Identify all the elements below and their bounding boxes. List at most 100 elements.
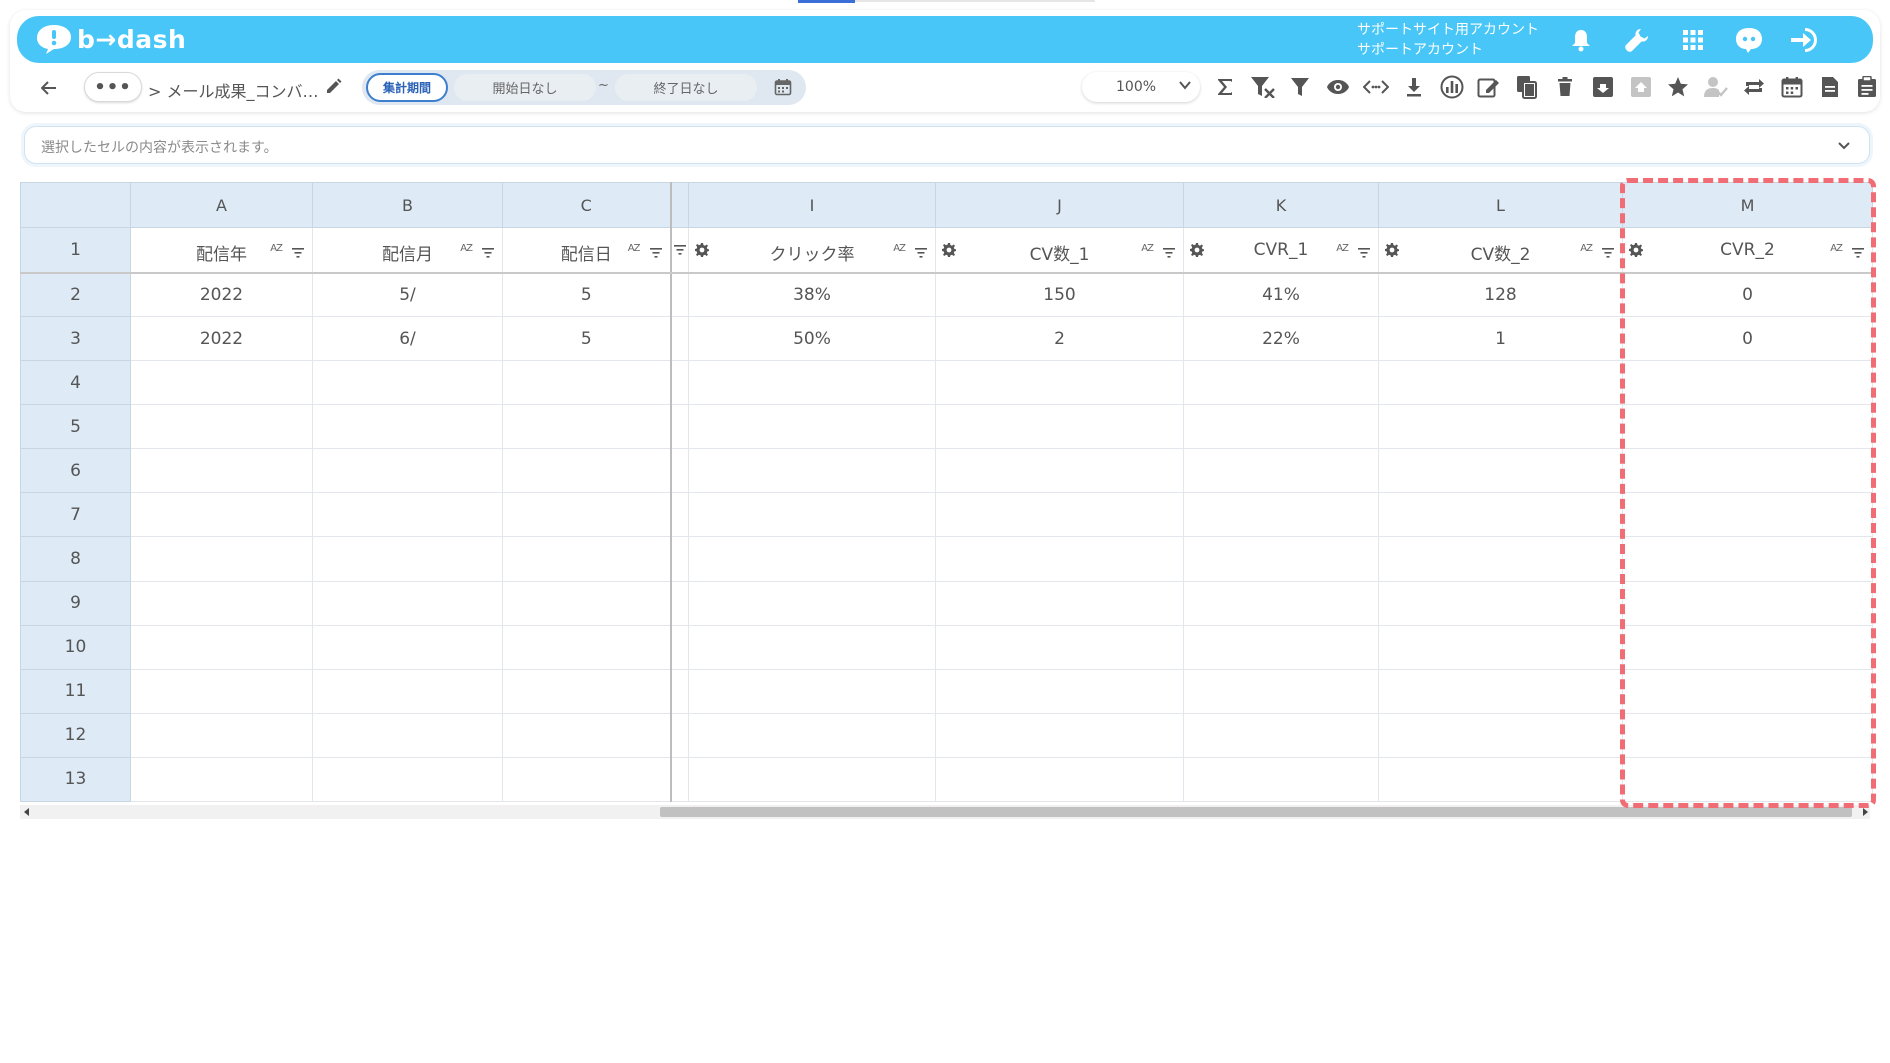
copy-icon[interactable]	[1508, 72, 1546, 102]
delete-icon[interactable]	[1546, 72, 1584, 102]
table-cell[interactable]	[1622, 624, 1873, 670]
row-header-12[interactable]: 12	[20, 712, 131, 758]
table-cell[interactable]	[1622, 448, 1873, 494]
field-header-cell[interactable]: CV数_1 AZ	[935, 226, 1184, 274]
table-cell[interactable]	[1622, 580, 1873, 626]
table-cell[interactable]	[1378, 712, 1623, 758]
table-cell[interactable]	[312, 404, 503, 450]
table-cell[interactable]	[312, 668, 503, 714]
table-cell[interactable]	[502, 448, 672, 494]
column-header-c[interactable]: C	[502, 182, 672, 228]
more-button[interactable]: •••	[84, 72, 142, 102]
clipboard-icon[interactable]	[1849, 72, 1887, 102]
star-icon[interactable]	[1660, 72, 1698, 102]
table-cell[interactable]	[1378, 580, 1623, 626]
zoom-select[interactable]: 100%	[1082, 72, 1200, 102]
row-header-3[interactable]: 3	[20, 316, 131, 362]
column-header-m[interactable]: M	[1622, 182, 1873, 228]
table-cell[interactable]: 0	[1622, 316, 1873, 362]
table-cell[interactable]: 5	[502, 272, 672, 318]
table-cell[interactable]	[502, 492, 672, 538]
column-header-k[interactable]: K	[1183, 182, 1379, 228]
column-header-i[interactable]: I	[688, 182, 936, 228]
column-header-l[interactable]: L	[1378, 182, 1623, 228]
calendar-tool-icon[interactable]	[1773, 72, 1811, 102]
table-cell[interactable]	[688, 404, 936, 450]
user-check-icon[interactable]	[1697, 72, 1735, 102]
table-cell[interactable]	[312, 536, 503, 582]
filter-clear-icon[interactable]	[1244, 72, 1282, 102]
table-cell[interactable]	[688, 580, 936, 626]
field-header-cell[interactable]: クリック率 AZ	[688, 226, 936, 274]
table-cell[interactable]	[935, 712, 1184, 758]
table-cell[interactable]	[935, 624, 1184, 670]
field-header-cell[interactable]: CVR_2 AZ	[1622, 226, 1873, 274]
table-cell[interactable]	[130, 492, 313, 538]
table-cell[interactable]: 6/	[312, 316, 503, 362]
table-cell[interactable]	[1378, 404, 1623, 450]
filter-lines-icon[interactable]	[292, 243, 304, 263]
row-header-5[interactable]: 5	[20, 404, 131, 450]
table-cell[interactable]	[1183, 404, 1379, 450]
filter-lines-icon[interactable]	[915, 243, 927, 263]
table-cell[interactable]	[1183, 712, 1379, 758]
table-cell[interactable]	[312, 580, 503, 626]
table-cell[interactable]	[688, 536, 936, 582]
cell-content-bar[interactable]: 選択したセルの内容が表示されます。	[24, 126, 1870, 164]
column-header-a[interactable]: A	[130, 182, 313, 228]
document-icon[interactable]	[1811, 72, 1849, 102]
table-cell[interactable]	[1378, 624, 1623, 670]
table-cell[interactable]: 150	[935, 272, 1184, 318]
chevron-down-icon[interactable]	[1837, 138, 1851, 157]
table-cell[interactable]	[130, 404, 313, 450]
table-cell[interactable]	[935, 756, 1184, 803]
table-cell[interactable]: 2022	[130, 272, 313, 318]
table-cell[interactable]: 1	[1378, 316, 1623, 362]
edit-note-icon[interactable]	[1471, 72, 1509, 102]
filter-icon[interactable]	[1282, 72, 1320, 102]
filter-lines-icon[interactable]	[673, 240, 686, 260]
row-header-1[interactable]: 1	[20, 226, 131, 274]
table-cell[interactable]	[1622, 404, 1873, 450]
sort-az-icon[interactable]: AZ	[893, 243, 906, 254]
logout-icon[interactable]	[1777, 24, 1833, 56]
table-cell[interactable]: 50%	[688, 316, 936, 362]
table-cell[interactable]: 38%	[688, 272, 936, 318]
field-header-cell[interactable]: 配信月 AZ	[312, 226, 503, 274]
field-header-cell[interactable]: 配信日 AZ	[502, 226, 672, 274]
table-cell[interactable]	[130, 624, 313, 670]
table-cell[interactable]	[130, 756, 313, 803]
corner-cell[interactable]	[20, 182, 131, 228]
eye-icon[interactable]	[1319, 72, 1357, 102]
table-cell[interactable]	[502, 712, 672, 758]
sort-az-icon[interactable]: AZ	[1580, 243, 1593, 254]
filter-lines-icon[interactable]	[482, 243, 494, 263]
sort-az-icon[interactable]: AZ	[460, 243, 473, 254]
table-cell[interactable]	[1378, 536, 1623, 582]
table-cell[interactable]: 0	[1622, 272, 1873, 318]
apps-grid-icon[interactable]	[1665, 24, 1721, 56]
table-cell[interactable]	[502, 404, 672, 450]
table-cell[interactable]: 5/	[312, 272, 503, 318]
field-header-cell[interactable]: CVR_1 AZ	[1183, 226, 1379, 274]
column-header-j[interactable]: J	[935, 182, 1184, 228]
table-cell[interactable]	[1183, 448, 1379, 494]
row-header-11[interactable]: 11	[20, 668, 131, 714]
repeat-icon[interactable]	[1735, 72, 1773, 102]
row-header-6[interactable]: 6	[20, 448, 131, 494]
table-cell[interactable]	[312, 712, 503, 758]
table-cell[interactable]	[502, 624, 672, 670]
table-cell[interactable]: 41%	[1183, 272, 1379, 318]
account-info[interactable]: サポートサイト用アカウント サポートアカウント	[1357, 20, 1539, 60]
row-header-2[interactable]: 2	[20, 272, 131, 318]
table-cell[interactable]	[1183, 492, 1379, 538]
archive-icon[interactable]	[1584, 72, 1622, 102]
period-label-button[interactable]: 集計期間	[366, 73, 448, 102]
wrench-icon[interactable]	[1609, 24, 1665, 56]
filter-lines-icon[interactable]	[1602, 243, 1614, 263]
table-cell[interactable]	[1378, 360, 1623, 406]
row-header-9[interactable]: 9	[20, 580, 131, 626]
sort-az-icon[interactable]: AZ	[1141, 243, 1154, 254]
table-cell[interactable]: 2022	[130, 316, 313, 362]
table-cell[interactable]: 5	[502, 316, 672, 362]
